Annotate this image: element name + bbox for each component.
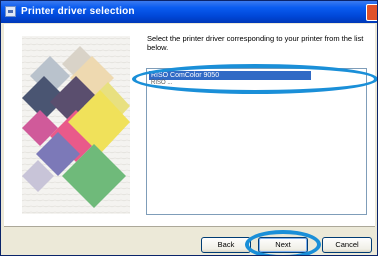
instruction-text: Select the printer driver corresponding … [147,34,364,52]
window-title: Printer driver selection [21,6,135,17]
installer-window: Printer driver selection Select the prin… [0,0,378,256]
title-bar[interactable]: Printer driver selection [1,1,377,23]
close-icon[interactable] [366,4,377,21]
cancel-button[interactable]: Cancel [322,237,372,253]
decorative-artwork [22,36,130,214]
selection-highlight-ring [132,64,377,94]
printer-icon [5,6,16,17]
next-highlight-ring [245,230,321,255]
wizard-panel: Select the printer driver corresponding … [4,24,375,227]
back-button[interactable]: Back [201,237,251,253]
